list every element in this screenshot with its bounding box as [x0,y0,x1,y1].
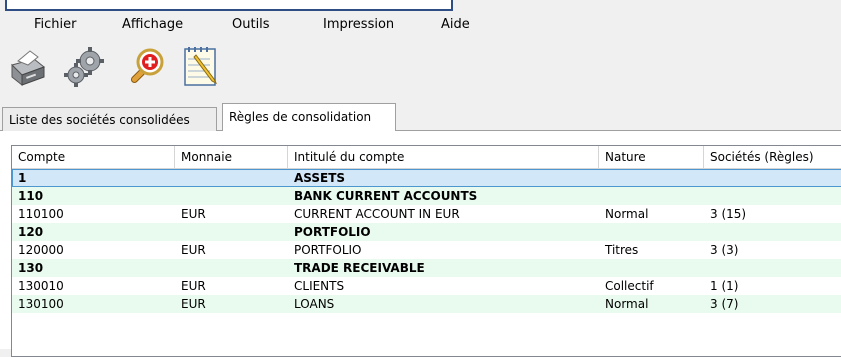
cell-nature: Titres [605,243,639,257]
notepad-icon[interactable] [180,45,224,89]
cell-intitule: PORTFOLIO [294,243,362,257]
table-row[interactable]: 120 PORTFOLIO [12,223,841,241]
cell-compte: 120 [18,225,44,239]
cell-intitule: BANK CURRENT ACCOUNTS [294,189,478,203]
printer-icon[interactable] [4,45,48,89]
grid-body: 1 ASSETS 110 BANK CURRENT ACCOUNTS 11010… [12,169,841,313]
cell-compte: 120000 [18,243,64,257]
tab-liste-societes[interactable]: Liste des sociétés consolidées [2,107,217,131]
cell-societes: 1 (1) [710,279,739,293]
tab-strip: Liste des sociétés consolidées Règles de… [0,103,841,131]
cell-societes: 3 (7) [710,297,739,311]
cell-intitule: ASSETS [294,171,346,185]
table-row[interactable]: 1 ASSETS [12,169,841,187]
cell-monnaie: EUR [181,279,206,293]
cell-compte: 130 [18,261,44,275]
cell-societes [704,223,841,241]
cell-compte: 1 [18,171,27,185]
cell-societes [704,169,841,187]
cell-compte: 110100 [18,207,64,221]
column-header-monnaie[interactable]: Monnaie [175,146,288,168]
cell-nature [599,223,704,241]
cell-compte: 130010 [18,279,64,293]
menu-fichier[interactable]: Fichier [34,17,77,32]
cell-intitule: CURRENT ACCOUNT IN EUR [294,207,460,221]
cell-societes: 3 (3) [710,243,739,257]
cell-intitule: LOANS [294,297,335,311]
table-row[interactable]: 130 TRADE RECEIVABLE [12,259,841,277]
menu-bar: Fichier Affichage Outils Impression Aide [0,17,841,39]
cell-societes [704,187,841,205]
cell-monnaie: EUR [181,297,206,311]
grid-header: Compte Monnaie Intitulé du compte Nature… [12,146,841,169]
cell-nature [599,187,704,205]
table-row[interactable]: 120000 EUR PORTFOLIO Titres 3 (3) [12,241,841,259]
table-row[interactable]: 110 BANK CURRENT ACCOUNTS [12,187,841,205]
column-header-compte[interactable]: Compte [12,146,175,168]
cell-monnaie [175,169,288,187]
menu-aide[interactable]: Aide [441,17,470,32]
toolbar [0,45,841,95]
table-row[interactable]: 110100 EUR CURRENT ACCOUNT IN EUR Normal… [12,205,841,223]
cell-nature [599,259,704,277]
cell-monnaie: EUR [181,207,206,221]
column-header-intitule[interactable]: Intitulé du compte [288,146,599,168]
column-header-nature[interactable]: Nature [599,146,704,168]
menu-affichage[interactable]: Affichage [122,17,183,32]
top-frame [5,0,453,11]
gears-icon[interactable] [62,45,106,89]
table-row[interactable]: 130100 EUR LOANS Normal 3 (7) [12,295,841,313]
cell-societes: 3 (15) [710,207,747,221]
cell-intitule: PORTFOLIO [294,225,371,239]
cell-societes [704,259,841,277]
cell-nature: Normal [605,207,649,221]
cell-monnaie: EUR [181,243,206,257]
menu-outils[interactable]: Outils [232,17,270,32]
cell-intitule: CLIENTS [294,279,345,293]
cell-compte: 110 [18,189,44,203]
accounts-grid: Compte Monnaie Intitulé du compte Nature… [11,145,841,357]
cell-nature [599,169,704,187]
cell-compte: 130100 [18,297,64,311]
menu-impression[interactable]: Impression [323,17,394,32]
tab-regles-consolidation[interactable]: Règles de consolidation [222,103,396,131]
cell-nature: Normal [605,297,649,311]
cell-nature: Collectif [605,279,654,293]
table-row[interactable]: 130010 EUR CLIENTS Collectif 1 (1) [12,277,841,295]
tab-panel: Compte Monnaie Intitulé du compte Nature… [0,131,841,357]
cell-monnaie [175,187,288,205]
cell-monnaie [175,259,288,277]
cell-intitule: TRADE RECEIVABLE [294,261,425,275]
zoom-add-icon[interactable] [124,45,168,89]
cell-monnaie [175,223,288,241]
column-header-societes[interactable]: Sociétés (Règles) [704,146,841,168]
